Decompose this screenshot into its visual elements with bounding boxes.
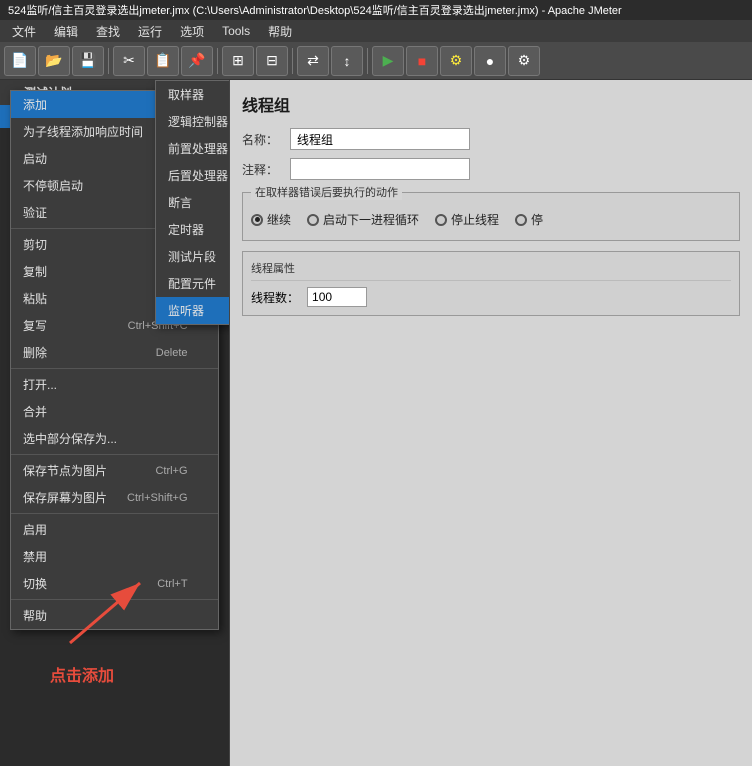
ctx-sep4 [11,513,218,514]
toolbar-save-btn[interactable]: 💾 [72,46,104,76]
toolbar-copy-btn[interactable]: 📋 [147,46,179,76]
menu-run[interactable]: 运行 [130,21,170,42]
submenu-sampler[interactable]: 取样器 ▶ [156,81,230,108]
thread-props-title: 线程属性 [251,260,731,281]
ctx-toggle[interactable]: 切换 Ctrl+T [11,570,218,597]
menu-bar: 文件 编辑 查找 运行 选项 Tools 帮助 [0,20,752,42]
submenu-add: 取样器 ▶ 逻辑控制器 ▶ 前置处理器 ▶ 后置处理器 ▶ 断言 ▶ [155,80,230,325]
ctx-save-screen-img[interactable]: 保存屏幕为图片 Ctrl+Shift+G [11,484,218,511]
annotation-text: 点击添加 [50,662,114,686]
submenu-timer[interactable]: 定时器 ▶ [156,216,230,243]
radio-stop[interactable]: 停 [515,211,543,228]
submenu-logic-controller[interactable]: 逻辑控制器 ▶ [156,108,230,135]
menu-options[interactable]: 选项 [172,21,212,42]
ctx-disable[interactable]: 禁用 [11,543,218,570]
submenu-pre-processor[interactable]: 前置处理器 ▶ [156,135,230,162]
toolbar-toggle2-btn[interactable]: ↕ [331,46,363,76]
main-area: ▼ 测试计划 ▼ 线程组 H HT ▶ 首 ▶ 登录 ▶ 退 📊 察 📊 [0,80,752,766]
thread-props-section: 线程属性 线程数： [242,251,740,316]
name-input[interactable] [290,128,470,150]
comment-row: 注释： [242,158,740,180]
ctx-sep3 [11,454,218,455]
radio-next-loop-dot [307,214,319,226]
toolbar-open-btn[interactable]: 📂 [38,46,70,76]
toolbar-toggle1-btn[interactable]: ⇄ [297,46,329,76]
ctx-open[interactable]: 打开... [11,371,218,398]
error-action-title: 在取样器错误后要执行的动作 [251,184,402,200]
ctx-merge[interactable]: 合并 [11,398,218,425]
toolbar-extra2-btn[interactable]: ⚙ [508,46,540,76]
submenu-post-processor[interactable]: 后置处理器 ▶ [156,162,230,189]
menu-find[interactable]: 查找 [88,21,128,42]
toolbar-sep2 [217,48,218,74]
ctx-sep5 [11,599,218,600]
toolbar-sep4 [367,48,368,74]
toolbar-expand-btn[interactable]: ⊞ [222,46,254,76]
title-text: 524监听/信主百灵登录选出jmeter.jmx (C:\Users\Admin… [8,2,622,18]
ctx-help[interactable]: 帮助 [11,602,218,629]
right-panel: 线程组 名称： 注释： 在取样器错误后要执行的动作 继续 启动下一进程循环 [230,80,752,766]
radio-stop-thread[interactable]: 停止线程 [435,211,499,228]
radio-next-loop-label: 启动下一进程循环 [323,211,419,228]
left-panel: ▼ 测试计划 ▼ 线程组 H HT ▶ 首 ▶ 登录 ▶ 退 📊 察 📊 [0,80,230,766]
radio-next-loop[interactable]: 启动下一进程循环 [307,211,419,228]
radio-continue[interactable]: 继续 [251,211,291,228]
radio-stop-dot [515,214,527,226]
radio-continue-dot [251,214,263,226]
menu-edit[interactable]: 编辑 [46,21,86,42]
menu-tools[interactable]: Tools [214,22,258,40]
radio-stop-thread-dot [435,214,447,226]
submenu-listener[interactable]: 监听器 ▶ [156,297,230,324]
radio-continue-label: 继续 [267,211,291,228]
ctx-delete[interactable]: 删除 Delete [11,339,218,366]
comment-label: 注释： [242,161,282,178]
toolbar-cut-btn[interactable]: ✂ [113,46,145,76]
radio-stop-label: 停 [531,211,543,228]
toolbar-collapse-btn[interactable]: ⊟ [256,46,288,76]
name-label: 名称： [242,131,282,148]
toolbar-stop-btn[interactable]: ■ [406,46,438,76]
toolbar-settings-btn[interactable]: ⚙ [440,46,472,76]
toolbar-extra-btn[interactable]: ● [474,46,506,76]
ctx-enable[interactable]: 启用 [11,516,218,543]
toolbar-sep3 [292,48,293,74]
thread-count-row: 线程数： [251,287,731,307]
error-action-section: 在取样器错误后要执行的动作 继续 启动下一进程循环 停止线程 停 [242,192,740,241]
name-row: 名称： [242,128,740,150]
submenu-test-fragment[interactable]: 测试片段 ▶ [156,243,230,270]
toolbar: 📄 📂 💾 ✂ 📋 📌 ⊞ ⊟ ⇄ ↕ ▶ ■ ⚙ ● ⚙ [0,42,752,80]
menu-file[interactable]: 文件 [4,21,44,42]
thread-count-label: 线程数： [251,289,299,306]
toolbar-paste-btn[interactable]: 📌 [181,46,213,76]
panel-title: 线程组 [242,92,740,116]
radio-stop-thread-label: 停止线程 [451,211,499,228]
submenu-config-element[interactable]: 配置元件 ▶ [156,270,230,297]
toolbar-run-btn[interactable]: ▶ [372,46,404,76]
thread-count-input[interactable] [307,287,367,307]
ctx-save-node-img[interactable]: 保存节点为图片 Ctrl+G [11,457,218,484]
error-radio-group: 继续 启动下一进程循环 停止线程 停 [251,207,731,232]
comment-input[interactable] [290,158,470,180]
ctx-sep2 [11,368,218,369]
menu-help[interactable]: 帮助 [260,21,300,42]
toolbar-new-btn[interactable]: 📄 [4,46,36,76]
context-menu-overlay: 添加 ▶ 为子线程添加响应时间 启动 不停顿启动 验证 剪切 [0,80,229,766]
submenu-assertion[interactable]: 断言 ▶ [156,189,230,216]
title-bar: 524监听/信主百灵登录选出jmeter.jmx (C:\Users\Admin… [0,0,752,20]
ctx-save-selected[interactable]: 选中部分保存为... [11,425,218,452]
toolbar-sep1 [108,48,109,74]
